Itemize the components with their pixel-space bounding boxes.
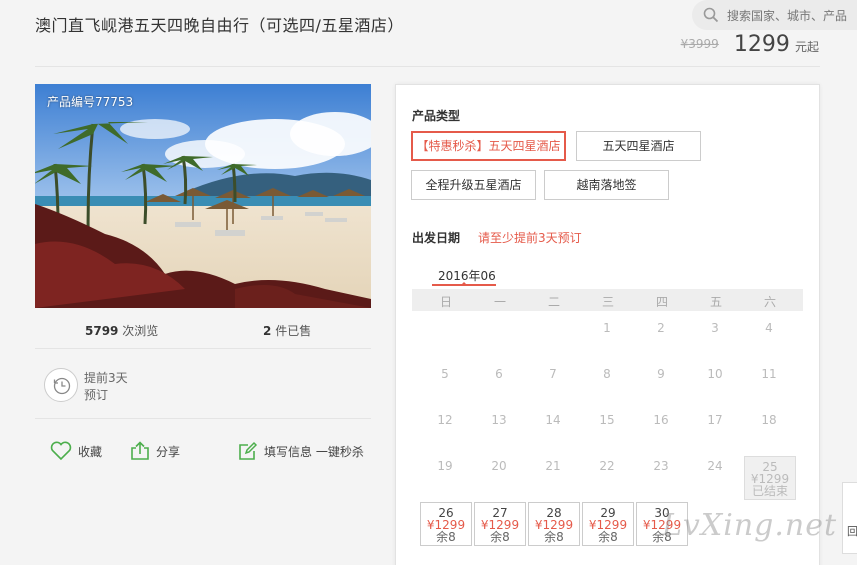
calendar-day: 16	[653, 413, 669, 427]
product-type-label: 产品类型	[412, 109, 461, 123]
advance-line2: 预订	[84, 388, 109, 402]
calendar-day: 3	[711, 321, 719, 335]
quick-buy-button[interactable]: 填写信息 一键秒杀	[238, 441, 364, 461]
calendar-day: 4	[765, 321, 773, 335]
calendar-day: 17	[707, 413, 723, 427]
day-remaining: 余8	[436, 530, 456, 544]
calendar-day-available[interactable]: 29 ¥1299 余8	[582, 502, 634, 546]
calendar-day: 11	[761, 367, 777, 381]
sold-count: 2 件已售	[263, 322, 311, 339]
option-flash-sale-4star[interactable]: 【特惠秒杀】五天四星酒店	[411, 131, 566, 161]
beach-image	[35, 84, 371, 308]
calendar-day: 12	[437, 413, 453, 427]
option-5star-upgrade[interactable]: 全程升级五星酒店	[411, 170, 536, 200]
calendar-day: 19	[437, 459, 453, 473]
share-label: 分享	[156, 444, 181, 459]
weekday-tue: 二	[547, 295, 560, 309]
back-to-top-button[interactable]: 回	[842, 482, 857, 554]
original-price: ¥3999	[680, 37, 719, 51]
option-4star-hotel[interactable]: 五天四星酒店	[576, 131, 701, 161]
search-icon	[703, 7, 719, 23]
price-suffix: 元起	[794, 40, 819, 54]
calendar-day: 9	[657, 367, 665, 381]
share-icon	[131, 441, 149, 460]
weekday-wed: 三	[601, 295, 614, 309]
current-price: 1299	[733, 32, 790, 57]
calendar-day-available[interactable]: 26 ¥1299 余8	[420, 502, 472, 546]
weekday-thu: 四	[655, 295, 668, 309]
edit-form-icon	[239, 441, 258, 460]
calendar-day-available[interactable]: 27 ¥1299 余8	[474, 502, 526, 546]
header-divider	[35, 66, 820, 67]
calendar-day: 10	[707, 367, 723, 381]
calendar-day-available[interactable]: 28 ¥1299 余8	[528, 502, 580, 546]
calendar-day: 18	[761, 413, 777, 427]
day-remaining: 余8	[544, 530, 564, 544]
calendar-day: 13	[491, 413, 507, 427]
calendar-day: 2	[657, 321, 665, 335]
booking-panel: 产品类型 【特惠秒杀】五天四星酒店 五天四星酒店 全程升级五星酒店 越南落地签 …	[395, 84, 820, 565]
search-box[interactable]: 搜索国家、城市、产品	[692, 0, 857, 30]
calendar-day: 1	[603, 321, 611, 335]
page-title: 澳门直飞岘港五天四晚自由行（可选四/五星酒店）	[35, 16, 404, 35]
calendar-day: 7	[549, 367, 557, 381]
calendar-day: 15	[599, 413, 615, 427]
product-number: 产品编号77753	[47, 95, 134, 109]
sold-count-label: 件已售	[275, 324, 312, 338]
advance-divider	[35, 418, 371, 419]
heart-icon	[50, 441, 72, 461]
view-count-number: 5799	[85, 324, 119, 338]
clock-icon	[44, 368, 78, 402]
calendar-day: 21	[545, 459, 561, 473]
day-status: 已结束	[751, 484, 788, 498]
favorite-label: 收藏	[78, 444, 103, 459]
price-area: ¥3999 1299 元起	[681, 32, 819, 57]
advance-line1: 提前3天	[84, 371, 128, 385]
calendar-day: 24	[707, 459, 723, 473]
weekday-sat: 六	[763, 295, 776, 309]
sold-count-number: 2	[263, 324, 272, 338]
view-count-label: 次浏览	[122, 324, 159, 338]
weekday-mon: 一	[493, 295, 506, 309]
calendar-day: 20	[491, 459, 507, 473]
day-remaining: 余8	[490, 530, 510, 544]
calendar-day-ended: 25 ¥1299 已结束	[744, 456, 796, 500]
option-visa-on-arrival[interactable]: 越南落地签	[544, 170, 669, 200]
advance-text: 提前3天 预订	[84, 370, 128, 404]
watermark-logo: LvXing.net	[662, 508, 838, 543]
stats-divider	[35, 348, 371, 349]
weekday-fri: 五	[709, 295, 722, 309]
calendar-day: 6	[495, 367, 503, 381]
calendar-day: 8	[603, 367, 611, 381]
quick-buy-label: 填写信息 一键秒杀	[264, 444, 364, 459]
departure-date-label: 出发日期	[412, 231, 461, 245]
calendar-day: 22	[599, 459, 615, 473]
day-remaining: 余8	[598, 530, 618, 544]
calendar-day: 5	[441, 367, 449, 381]
weekday-header: 日 一 二 三 四 五 六	[412, 289, 803, 311]
calendar-day: 23	[653, 459, 669, 473]
product-photo[interactable]: 产品编号77753	[35, 84, 371, 308]
advance-notice: 请至少提前3天预订	[478, 231, 582, 245]
favorite-button[interactable]: 收藏	[50, 441, 102, 461]
calendar-day: 14	[545, 413, 561, 427]
weekday-sun: 日	[439, 295, 452, 309]
month-tab-pointer	[461, 282, 467, 285]
view-count: 5799 次浏览	[85, 322, 158, 339]
share-button[interactable]: 分享	[130, 441, 180, 461]
search-input[interactable]: 搜索国家、城市、产品	[727, 7, 847, 24]
